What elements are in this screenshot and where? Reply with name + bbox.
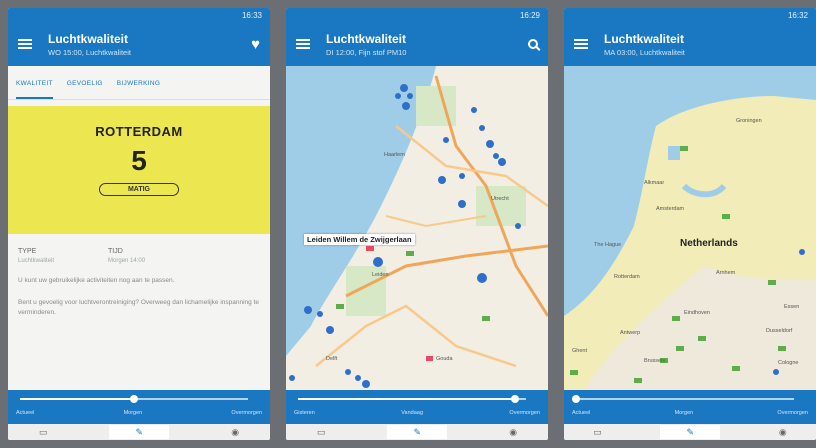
menu-icon[interactable] — [296, 39, 310, 49]
type-value: Luchtkwaliteit — [18, 258, 55, 264]
time-value: Morgen 14:00 — [108, 258, 146, 264]
app-subtitle: WO 15:00, Luchtkwaliteit — [48, 47, 131, 57]
nav-measure-icon[interactable]: ✎ — [387, 425, 448, 439]
map-label-the-hague: The Hague — [594, 242, 622, 248]
time-slider-bar: Actueel Morgen Overmorgen — [564, 390, 816, 424]
time-slider[interactable] — [572, 395, 794, 403]
map-label-dusseldorf: Dusseldorf — [766, 328, 793, 334]
nav-location-icon[interactable]: ◉ — [779, 427, 787, 438]
phone-country-map-screen: 16:32 Luchtkwaliteit MA 03:00, Luchtkwal… — [564, 8, 816, 440]
app-subtitle: MA 03:00, Luchtkwaliteit — [604, 47, 685, 57]
meta-row: TYPE Luchtkwaliteit TIJD Morgen 14:00 — [8, 234, 270, 264]
menu-icon[interactable] — [18, 39, 32, 49]
map-label-essen: Essen — [784, 304, 800, 310]
map-label-utrecht: Utrecht — [491, 196, 509, 202]
slider-label-start: Actueel — [16, 410, 35, 416]
map-label-ghent: Ghent — [572, 348, 587, 354]
tab-bar: KWALITEIT GEVOELIG BIJWERKING — [8, 66, 270, 100]
city-name: ROTTERDAM — [95, 124, 183, 139]
search-icon[interactable] — [528, 39, 538, 49]
slider-label-mid: Morgen — [123, 410, 143, 416]
slider-label-end: Overmorgen — [509, 410, 540, 416]
phone-station-map-screen: 16:29 Luchtkwaliteit DI 12:00, Fijn stof… — [286, 8, 548, 440]
tab-kwaliteit[interactable]: KWALITEIT — [16, 80, 53, 99]
advice-text-2: Bent u gevoelig voor luchtverontreinigin… — [18, 298, 260, 316]
nav-measure-icon[interactable]: ✎ — [109, 425, 170, 439]
tab-bijwerking[interactable]: BIJWERKING — [117, 80, 160, 99]
nav-measure-icon[interactable]: ✎ — [660, 425, 721, 439]
map-label-eindhoven: Eindhoven — [684, 310, 710, 316]
slider-label-start: Actueel — [572, 410, 591, 416]
map-label-rotterdam: Rotterdam — [614, 274, 640, 280]
slider-fill — [20, 398, 134, 400]
map-label-cologne: Cologne — [778, 360, 799, 366]
screenshot-collage: 16:33 Luchtkwaliteit WO 15:00, Luchtkwal… — [0, 0, 816, 448]
map-label-alkmaar: Alkmaar — [644, 180, 665, 186]
app-subtitle: DI 12:00, Fijn stof PM10 — [326, 47, 407, 57]
status-bar: 16:32 — [564, 8, 816, 22]
bottom-nav: ▭ ✎ ◉ — [8, 424, 270, 440]
map-label-groningen: Groningen — [736, 118, 762, 124]
map-label-amsterdam: Amsterdam — [656, 206, 685, 212]
nav-location-icon[interactable]: ◉ — [509, 427, 517, 438]
status-bar: 16:33 — [8, 8, 270, 22]
country-label: Netherlands — [680, 238, 738, 249]
bottom-nav: ▭ ✎ ◉ — [564, 424, 816, 440]
app-title: Luchtkwaliteit — [326, 31, 407, 46]
station-popup[interactable]: Leiden Willem de Zwijgerlaan — [304, 234, 415, 245]
country-map[interactable]: Groningen Alkmaar Amsterdam The Hague Ro… — [564, 66, 816, 390]
map-canvas — [286, 66, 548, 390]
app-bar: Luchtkwaliteit WO 15:00, Luchtkwaliteit … — [8, 22, 270, 66]
nav-location-icon[interactable]: ◉ — [231, 427, 239, 438]
slider-label-start: Gisteren — [294, 410, 315, 416]
map-label-brussels: Brussels — [644, 358, 666, 364]
map-label-arnhem: Arnhem — [716, 270, 736, 276]
slider-thumb[interactable] — [510, 395, 519, 403]
nav-list-icon[interactable]: ▭ — [39, 427, 48, 438]
app-bar: Luchtkwaliteit MA 03:00, Luchtkwaliteit — [564, 22, 816, 66]
type-label: TYPE — [18, 248, 37, 255]
slider-thumb[interactable] — [572, 395, 580, 403]
app-title: Luchtkwaliteit — [604, 31, 685, 46]
time-slider[interactable] — [20, 395, 248, 403]
air-quality-index: 5 — [131, 145, 147, 176]
nav-list-icon[interactable]: ▭ — [593, 427, 602, 438]
slider-label-end: Overmorgen — [777, 410, 808, 416]
time-slider-bar: Actueel Morgen Overmorgen — [8, 390, 270, 424]
quality-level-badge[interactable]: MATIG — [98, 183, 180, 196]
map-label-antwerp: Antwerp — [620, 330, 641, 336]
map-canvas — [564, 66, 816, 390]
advice-text-1: U kunt uw gebruikelijke activiteiten nog… — [18, 277, 175, 284]
phone-detail-screen: 16:33 Luchtkwaliteit WO 15:00, Luchtkwal… — [8, 8, 270, 440]
time-slider-bar: Gisteren Vandaag Overmorgen — [286, 390, 548, 424]
slider-label-mid: Vandaag — [401, 410, 423, 416]
tab-gevoelig[interactable]: GEVOELIG — [67, 80, 103, 99]
app-bar: Luchtkwaliteit DI 12:00, Fijn stof PM10 — [286, 22, 548, 66]
app-title: Luchtkwaliteit — [48, 31, 129, 46]
time-slider[interactable] — [298, 395, 526, 403]
map-label-gouda: Gouda — [436, 356, 453, 362]
favorite-heart-icon[interactable]: ♥ — [251, 36, 260, 53]
slider-fill — [298, 398, 515, 400]
menu-icon[interactable] — [574, 39, 588, 49]
bottom-nav: ▭ ✎ ◉ — [286, 424, 548, 440]
map-label-leiden: Leiden — [372, 272, 389, 278]
air-quality-card: ROTTERDAM 5 MATIG — [8, 106, 270, 234]
status-bar: 16:29 — [286, 8, 548, 22]
nav-list-icon[interactable]: ▭ — [317, 427, 326, 438]
slider-label-end: Overmorgen — [231, 410, 262, 416]
map-label-delft: Delft — [326, 356, 338, 362]
slider-thumb[interactable] — [130, 395, 138, 403]
time-label: TIJD — [108, 248, 123, 255]
station-map[interactable]: Haarlem Leiden Delft Gouda Utrecht Leide… — [286, 66, 548, 390]
slider-label-mid: Morgen — [674, 410, 694, 416]
map-label-haarlem: Haarlem — [384, 152, 405, 158]
